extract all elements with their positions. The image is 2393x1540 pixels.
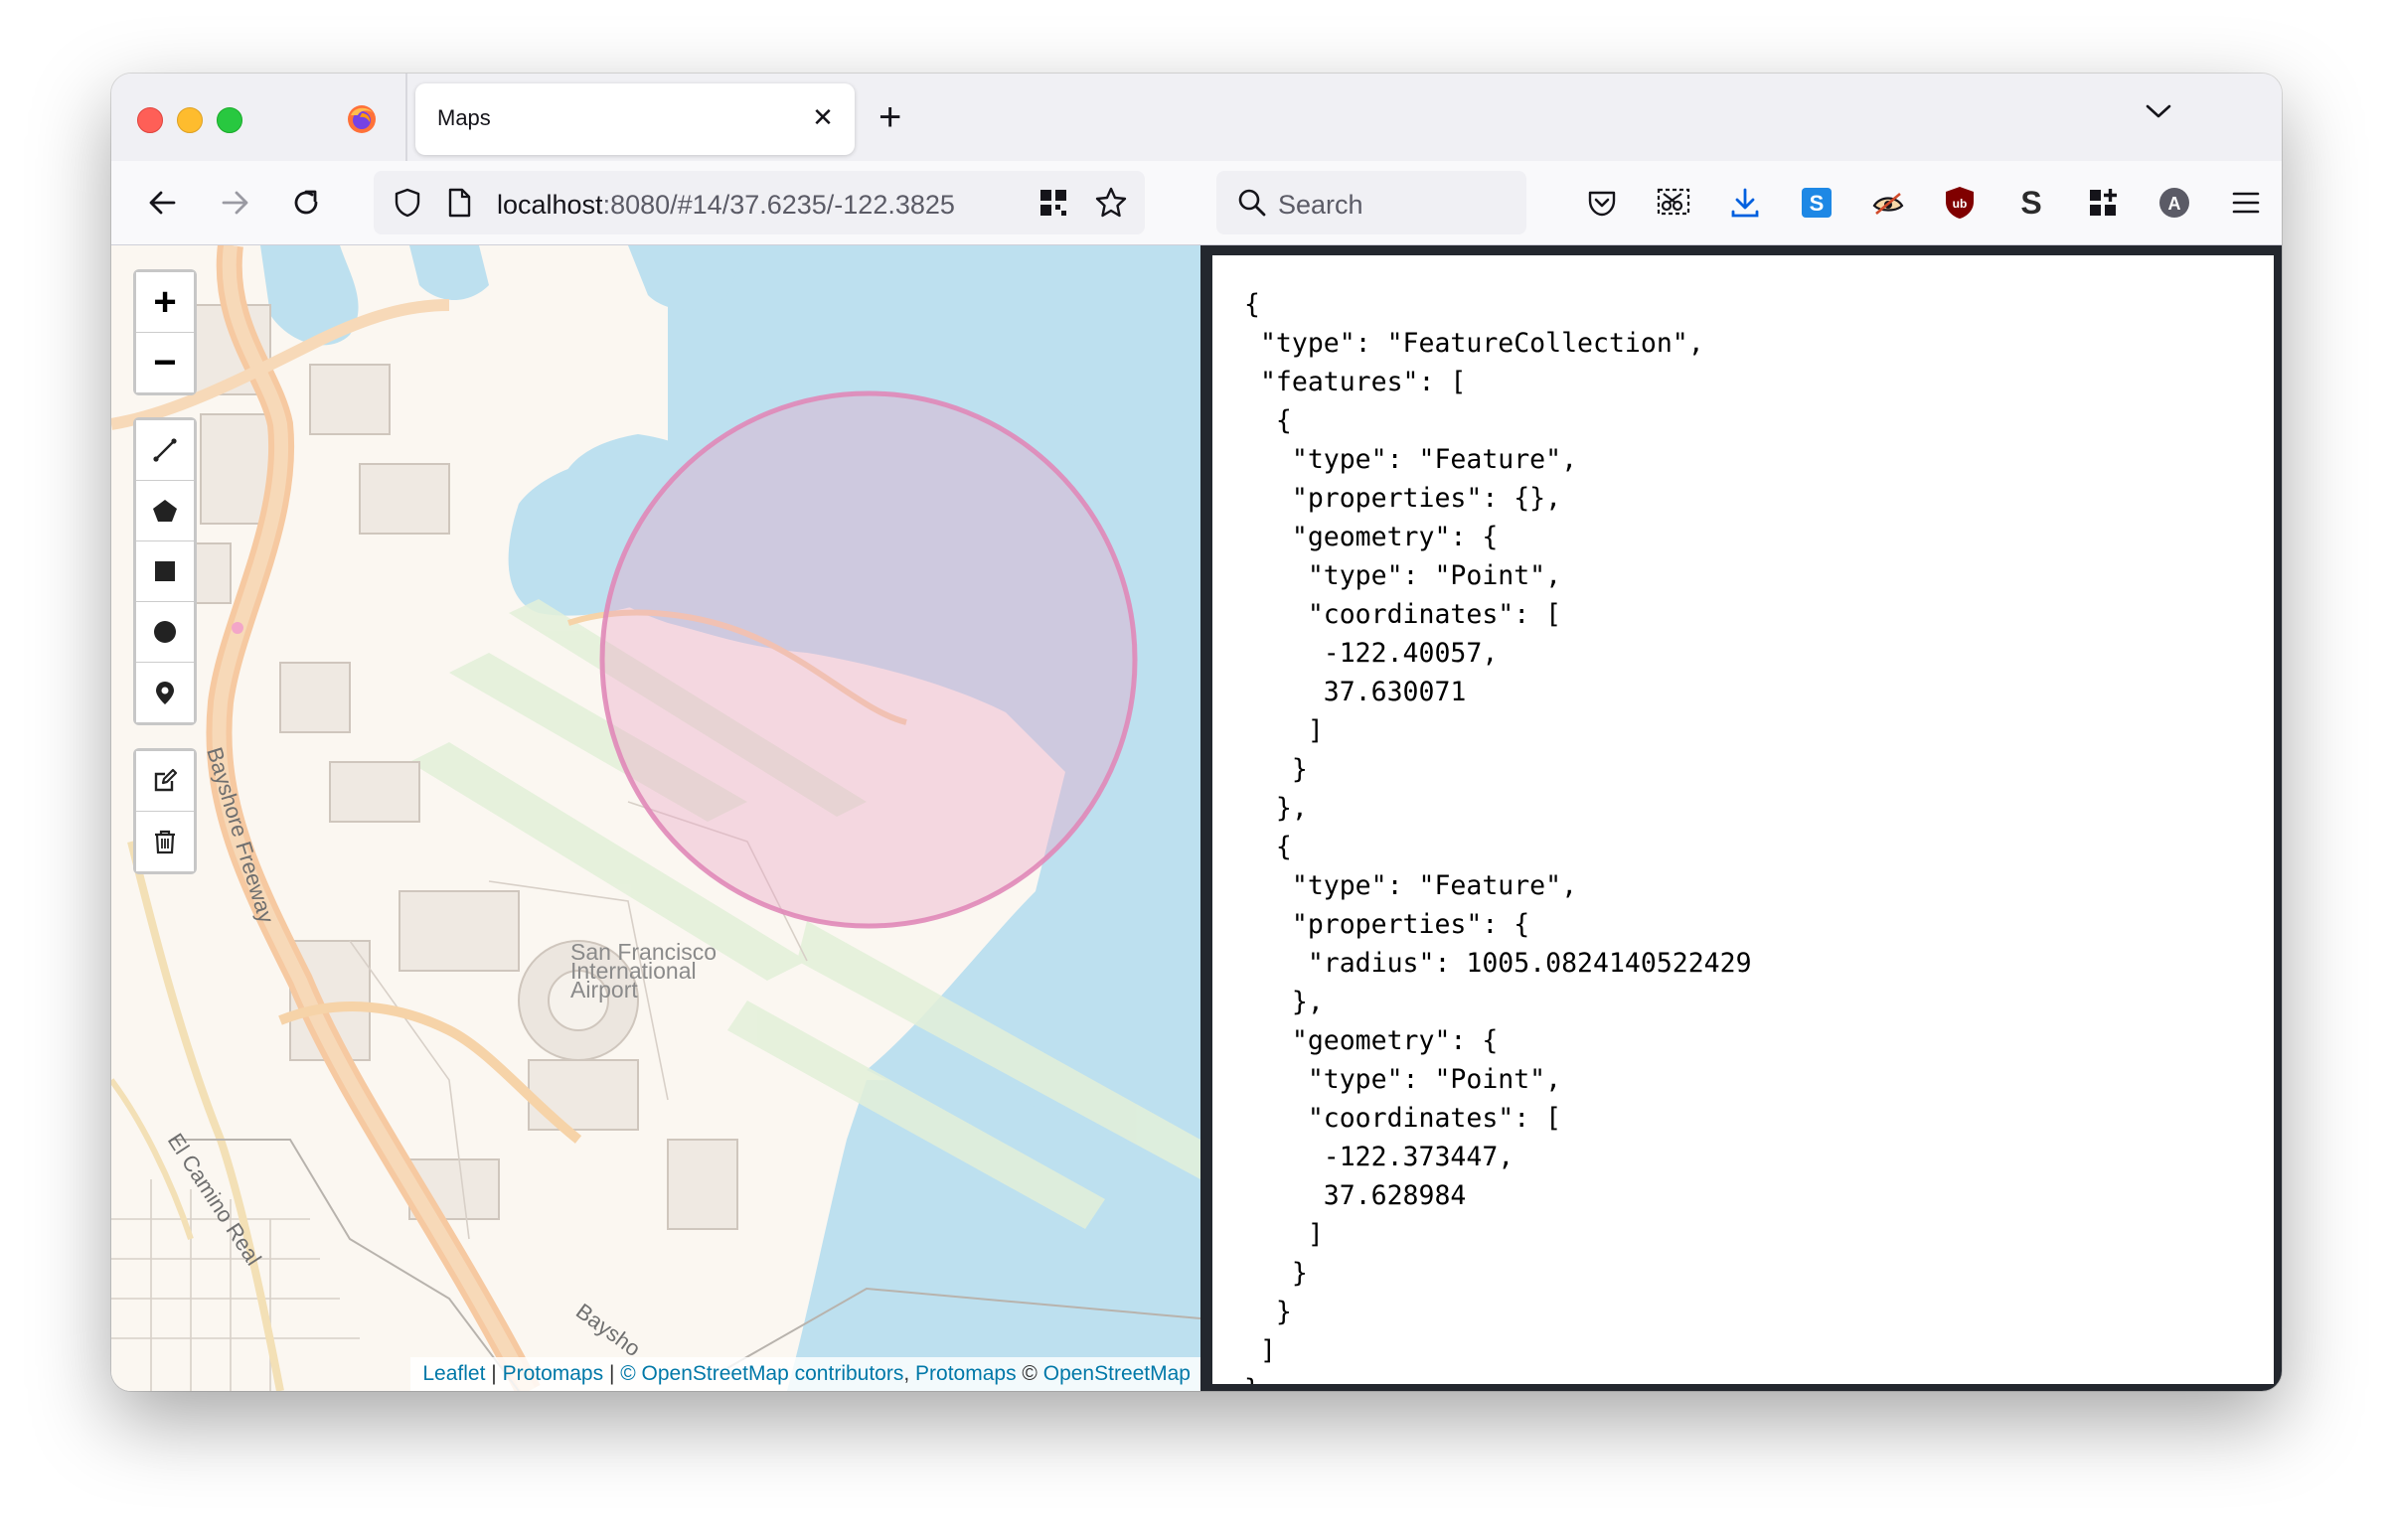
polygon-icon: [153, 500, 177, 522]
address-bar[interactable]: localhost:8080/#14/37.6235/-122.3825: [374, 171, 1145, 234]
attribution-separator: ,: [903, 1362, 916, 1385]
draw-toolbar: [133, 417, 197, 725]
forward-button[interactable]: [213, 181, 256, 225]
svg-text:S: S: [2020, 186, 2041, 220]
search-placeholder: Search: [1278, 190, 1363, 220]
zoom-control: + −: [133, 269, 197, 395]
s-extension-dark-icon[interactable]: S: [2011, 183, 2051, 223]
qr-grid-icon[interactable]: [1037, 187, 1069, 219]
attribution-separator: |: [603, 1362, 621, 1385]
search-bar[interactable]: Search: [1216, 171, 1526, 234]
tab-strip: Maps ✕ +: [111, 74, 2282, 161]
bookmark-star-icon[interactable]: [1093, 185, 1129, 221]
browser-window: Maps ✕ + localhost:8080/#14/37.6235/-122…: [111, 74, 2282, 1391]
navigation-toolbar: localhost:8080/#14/37.6235/-122.3825 Sea…: [111, 161, 2282, 245]
search-icon: [1238, 189, 1266, 217]
url-host: localhost: [497, 190, 603, 220]
list-all-tabs-icon[interactable]: [2145, 101, 2172, 121]
edit-layers-button[interactable]: [136, 751, 194, 812]
page-info-icon[interactable]: [445, 187, 473, 219]
ublock-origin-icon[interactable]: ub: [1940, 183, 1980, 223]
downloads-icon[interactable]: [1725, 183, 1765, 223]
draw-polygon-button[interactable]: [136, 481, 194, 541]
protomaps-link-2[interactable]: Protomaps: [915, 1362, 1017, 1385]
svg-text:S: S: [1810, 191, 1825, 216]
draw-polyline-button[interactable]: [136, 420, 194, 481]
draw-marker-button[interactable]: [136, 663, 194, 722]
forward-arrow-icon: [222, 191, 248, 215]
edit-toolbar: [133, 748, 197, 874]
attribution-copyright: ©: [1016, 1362, 1043, 1385]
close-window-button[interactable]: [137, 107, 163, 133]
attribution-separator: |: [485, 1362, 503, 1385]
url-text[interactable]: localhost:8080/#14/37.6235/-122.3825: [497, 190, 955, 221]
map-view[interactable]: San Francisco International Airport Bays…: [111, 245, 1200, 1391]
firefox-view-icon[interactable]: [346, 103, 378, 135]
trash-icon: [155, 830, 175, 854]
geojson-text: { "type": "FeatureCollection", "features…: [1244, 289, 1752, 1384]
reload-button[interactable]: [284, 181, 328, 225]
map-marker-icon: [156, 682, 174, 704]
zoom-in-button[interactable]: +: [136, 272, 194, 333]
map-attribution: Leaflet | Protomaps | © OpenStreetMap co…: [410, 1357, 1200, 1391]
minimize-window-button[interactable]: [177, 107, 203, 133]
back-button[interactable]: [141, 181, 185, 225]
account-avatar-icon[interactable]: A: [2154, 183, 2194, 223]
tab-title: Maps: [437, 105, 491, 130]
url-path: :8080/#14/37.6235/-122.3825: [602, 190, 955, 220]
reload-icon: [294, 190, 318, 215]
zoom-out-button[interactable]: −: [136, 333, 194, 392]
page-content: San Francisco International Airport Bays…: [111, 245, 2282, 1391]
tab-maps[interactable]: Maps ✕: [415, 83, 855, 155]
geojson-panel-frame: { "type": "FeatureCollection", "features…: [1200, 245, 2282, 1391]
new-tab-button[interactable]: +: [878, 97, 901, 137]
draw-rectangle-button[interactable]: [136, 541, 194, 602]
svg-text:A: A: [2168, 194, 2181, 214]
leaflet-link[interactable]: Leaflet: [422, 1362, 485, 1385]
svg-text:ub: ub: [1953, 197, 1968, 211]
screenshot-icon[interactable]: [1654, 183, 1693, 223]
extensions-grid-icon[interactable]: [2083, 183, 2123, 223]
delete-layers-button[interactable]: [136, 812, 194, 871]
osm-contributors-link[interactable]: © OpenStreetMap contributors: [620, 1362, 903, 1385]
s-extension-blue-icon[interactable]: S: [1797, 183, 1836, 223]
airport-label-line3: Airport: [570, 977, 638, 1002]
geojson-output-panel[interactable]: { "type": "FeatureCollection", "features…: [1212, 255, 2274, 1384]
pocket-icon[interactable]: [1582, 183, 1622, 223]
back-arrow-icon: [149, 191, 176, 215]
maximize-window-button[interactable]: [217, 107, 242, 133]
protomaps-link[interactable]: Protomaps: [503, 1362, 604, 1385]
eye-extension-icon[interactable]: [1868, 183, 1908, 223]
circle-icon: [154, 621, 176, 643]
openstreetmap-link[interactable]: OpenStreetMap: [1043, 1362, 1191, 1385]
tab-close-icon[interactable]: ✕: [807, 101, 839, 133]
tab-divider: [405, 74, 407, 161]
hamburger-menu-icon[interactable]: [2226, 183, 2266, 223]
draw-circle-button[interactable]: [136, 602, 194, 663]
tracking-protection-shield-icon[interactable]: [392, 187, 423, 219]
polyline-icon: [153, 438, 177, 462]
edit-icon: [154, 768, 178, 792]
rectangle-icon: [155, 561, 175, 581]
map-tiles[interactable]: San Francisco International Airport Bays…: [111, 245, 1200, 1391]
